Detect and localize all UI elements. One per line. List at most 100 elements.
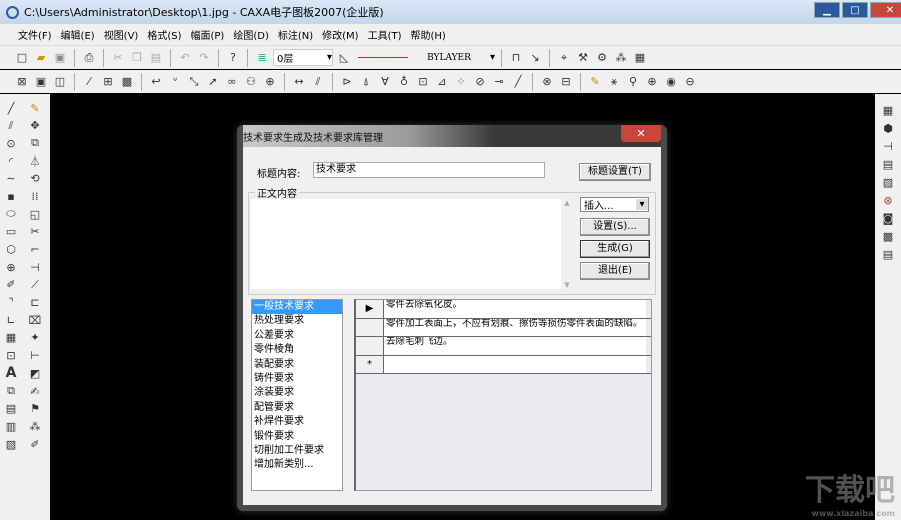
zoom-all-icon[interactable]: ⊠ (14, 74, 30, 90)
tool-icon[interactable]: ▩ (119, 74, 135, 90)
tool-icon[interactable]: ⊕ (262, 74, 278, 90)
titleblock-icon[interactable]: ◫ (52, 74, 68, 90)
title-content-input[interactable]: 技术要求 (313, 162, 545, 178)
table-cell[interactable]: 零件去除氧化皮。 (384, 300, 646, 318)
list-item[interactable]: 装配要求 (252, 358, 342, 372)
table-cell[interactable] (384, 355, 646, 373)
table-cell[interactable]: 去除毛刺飞边。 (384, 337, 646, 355)
tool-icon[interactable]: ⊛ (880, 192, 896, 208)
tool-icon[interactable]: ⫽ (310, 74, 326, 90)
extend-icon[interactable]: ⊣ (27, 259, 43, 275)
tool-icon[interactable]: ➚ (205, 74, 221, 90)
tool-icon[interactable]: ▨ (880, 174, 896, 190)
array-icon[interactable]: ⁞⁞ (27, 188, 43, 204)
title-settings-button[interactable]: 标题设置(T) (579, 163, 651, 181)
list-item[interactable]: 公差要求 (252, 329, 342, 343)
category-list[interactable]: 一般技术要求 热处理要求 公差要求 零件棱角 装配要求 铸件要求 涂装要求 配管… (251, 299, 343, 491)
break-icon[interactable]: ⟋ (27, 277, 43, 293)
line-icon[interactable]: ╱ (3, 100, 19, 116)
open-file-icon[interactable]: ▰ (33, 50, 49, 66)
menu-help[interactable]: 帮助(H) (411, 27, 446, 42)
tool-icon[interactable]: ⚇ (243, 74, 259, 90)
rotate-icon[interactable]: ⟲ (27, 171, 43, 187)
scale-icon[interactable]: ◱ (27, 206, 43, 222)
table-cell[interactable]: 零件加工表面上，不应有划痕、擦伤等损伤零件表面的缺陷。 (384, 318, 646, 336)
menu-format[interactable]: 格式(S) (147, 27, 181, 42)
arc-icon[interactable]: ◜ (3, 153, 19, 169)
settings-button[interactable]: 设置(S)... (580, 218, 650, 236)
tool-icon[interactable]: ╱ (510, 74, 526, 90)
layer-icon[interactable]: ≣ (254, 50, 270, 66)
copy-icon[interactable]: ⧉ (27, 135, 43, 151)
menu-draw[interactable]: 绘图(D) (233, 27, 269, 42)
tool-icon[interactable]: ⚑ (27, 401, 43, 417)
maximize-button[interactable]: □ (842, 2, 868, 18)
cube-icon[interactable]: ⬢ (880, 120, 896, 136)
tool-icon[interactable]: ᐡ (167, 74, 183, 90)
zoom-in-icon[interactable]: ⊕ (644, 74, 660, 90)
list-item[interactable]: 锻件要求 (252, 430, 342, 444)
list-item[interactable]: 铸件要求 (252, 372, 342, 386)
spline-icon[interactable]: ∼ (3, 171, 19, 187)
chamfer-icon[interactable]: ∟ (3, 312, 19, 328)
list-item[interactable]: 切削加工件要求 (252, 444, 342, 458)
dialog-close-button[interactable]: ✕ (621, 125, 661, 142)
menu-sheet[interactable]: 幅面(P) (191, 27, 225, 42)
help-icon[interactable]: ? (225, 50, 241, 66)
tool-icon[interactable]: ⌖ (556, 50, 572, 66)
tool-icon[interactable]: ⤡ (186, 74, 202, 90)
magic-icon[interactable]: ✦ (27, 330, 43, 346)
redo-icon[interactable]: ↷ (196, 50, 212, 66)
table-row[interactable]: ▶ 零件去除氧化皮。 (356, 300, 651, 319)
fillet-icon[interactable]: ⌐ (27, 242, 43, 258)
tool-icon[interactable]: ∀ (377, 74, 393, 90)
close-button[interactable]: ✕ (870, 2, 901, 18)
tool-icon[interactable]: ⊣ (880, 138, 896, 154)
tool-icon[interactable]: ↘ (527, 50, 543, 66)
hole-icon[interactable]: ⊡ (3, 348, 19, 364)
tool-icon[interactable]: ⍋ (358, 74, 374, 90)
tool-icon[interactable]: ⊞ (100, 74, 116, 90)
rectangle-icon[interactable]: ▭ (3, 224, 19, 240)
polygon-icon[interactable]: ⬡ (3, 242, 19, 258)
tool-icon[interactable]: ⁄ (81, 74, 97, 90)
row-marker[interactable] (356, 337, 384, 355)
new-file-icon[interactable]: □ (14, 50, 30, 66)
tool-icon[interactable]: ⊘ (472, 74, 488, 90)
polyline-icon[interactable]: ✐ (3, 277, 19, 293)
tool-icon[interactable]: ⊗ (539, 74, 555, 90)
tool-icon[interactable]: ✐ (27, 436, 43, 452)
undo-icon[interactable]: ↶ (177, 50, 193, 66)
list-item[interactable]: 热处理要求 (252, 314, 342, 328)
new-row[interactable]: * (356, 355, 651, 374)
tool-icon[interactable]: ▩ (880, 228, 896, 244)
table-row[interactable]: 零件加工表面上，不应有划痕、擦伤等损伤零件表面的缺陷。 (356, 318, 651, 337)
parallel-icon[interactable]: ⫽ (3, 118, 19, 134)
menu-edit[interactable]: 编辑(E) (61, 27, 95, 42)
layer-select[interactable]: 0层 ▾ (273, 49, 333, 66)
linetype-select[interactable]: BYLAYER ▾ (355, 49, 495, 66)
scroll-up-icon[interactable]: ▲ (564, 199, 569, 207)
dimension-icon[interactable]: ↔ (291, 74, 307, 90)
menu-dimension[interactable]: 标注(N) (278, 27, 313, 42)
block-icon[interactable]: ◩ (27, 365, 43, 381)
menu-modify[interactable]: 修改(M) (322, 27, 358, 42)
tool-icon[interactable]: ⊟ (558, 74, 574, 90)
list-item[interactable]: 补焊件要求 (252, 415, 342, 429)
text-icon[interactable]: A (3, 365, 19, 381)
centerline-icon[interactable]: ⊕ (3, 259, 19, 275)
point-icon[interactable]: ▪ (3, 188, 19, 204)
insert-select[interactable]: 插入... ▾ (580, 197, 649, 212)
generate-button[interactable]: 生成(G) (580, 240, 650, 258)
copy-icon[interactable]: ❐ (129, 50, 145, 66)
row-marker[interactable]: * (356, 355, 384, 373)
print-icon[interactable]: ⎙ (81, 50, 97, 66)
tool-icon[interactable]: ▦ (880, 102, 896, 118)
tool-icon[interactable]: ⚲ (625, 74, 641, 90)
tool-icon[interactable]: ⊸ (491, 74, 507, 90)
tool-icon[interactable]: ▧ (3, 436, 19, 452)
body-content-textarea[interactable] (251, 199, 561, 289)
frame-icon[interactable]: ▣ (33, 74, 49, 90)
circle-icon[interactable]: ⊙ (3, 135, 19, 151)
zoom-out-icon[interactable]: ⊖ (682, 74, 698, 90)
